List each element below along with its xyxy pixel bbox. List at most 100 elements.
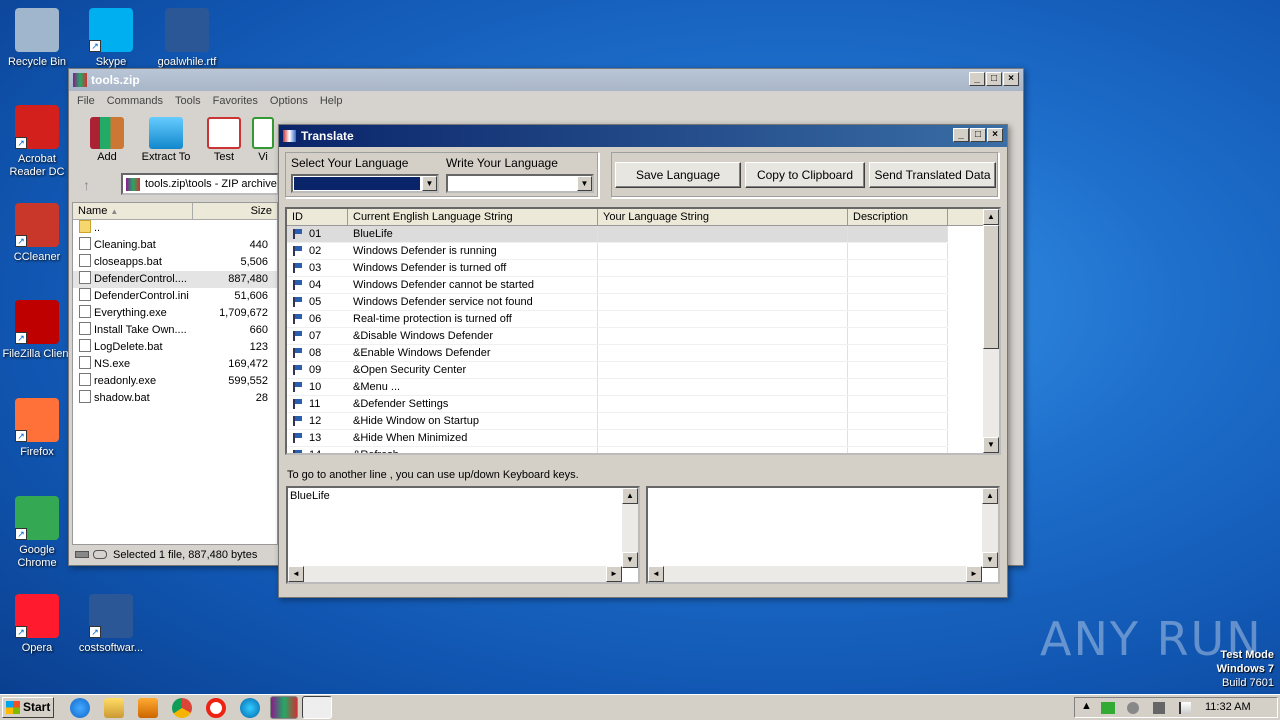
your-language-cell[interactable] bbox=[597, 243, 598, 259]
flag-icon[interactable] bbox=[1179, 702, 1191, 714]
your-language-cell[interactable] bbox=[597, 430, 598, 446]
your-language-cell[interactable] bbox=[597, 328, 598, 344]
file-row[interactable]: shadow.bat 28 bbox=[73, 390, 277, 407]
up-arrow-icon[interactable]: ↑ bbox=[83, 177, 90, 193]
winrar-taskbar-icon[interactable] bbox=[270, 696, 298, 719]
target-vertical-scrollbar[interactable]: ▲ ▼ bbox=[982, 488, 998, 568]
your-language-cell[interactable] bbox=[597, 260, 598, 276]
file-row[interactable]: Cleaning.bat 440 bbox=[73, 237, 277, 254]
send-translated-data-button[interactable]: Send Translated Data bbox=[869, 162, 996, 188]
volume-icon[interactable] bbox=[1153, 702, 1165, 714]
your-language-cell[interactable] bbox=[597, 294, 598, 310]
chrome-icon[interactable] bbox=[172, 698, 192, 718]
english-column-header[interactable]: Current English Language String bbox=[348, 209, 598, 226]
translation-row[interactable]: 09 &Open Security Center bbox=[287, 362, 948, 379]
file-row[interactable]: Everything.exe 1,709,672 bbox=[73, 305, 277, 322]
file-row[interactable]: .. bbox=[73, 220, 277, 237]
scroll-left-arrow[interactable]: ◄ bbox=[648, 566, 664, 582]
translation-row[interactable]: 14 &Refresh bbox=[287, 447, 948, 453]
file-row[interactable]: closeapps.bat 5,506 bbox=[73, 254, 277, 271]
copy-to-clipboard-button[interactable]: Copy to Clipboard bbox=[745, 162, 865, 188]
translate-close-button[interactable]: × bbox=[987, 128, 1003, 142]
file-row[interactable]: readonly.exe 599,552 bbox=[73, 373, 277, 390]
desktop-icon-firefox[interactable]: ↗ Firefox bbox=[0, 398, 74, 459]
your-language-cell[interactable] bbox=[597, 447, 598, 453]
network-icon[interactable] bbox=[1101, 702, 1115, 714]
desktop-icon-skype[interactable]: ↗ Skype bbox=[74, 8, 148, 69]
winrar-titlebar[interactable]: tools.zip _ □ × bbox=[69, 69, 1023, 91]
translation-row[interactable]: 07 &Disable Windows Defender bbox=[287, 328, 948, 345]
your-language-cell[interactable] bbox=[597, 311, 598, 327]
your-language-cell[interactable] bbox=[597, 413, 598, 429]
start-button[interactable]: Start bbox=[2, 697, 54, 718]
menu-tools[interactable]: Tools bbox=[169, 91, 207, 111]
your-language-cell[interactable] bbox=[597, 345, 598, 361]
translate-dialog[interactable]: Translate _ □ × Select Your Language Wri… bbox=[278, 124, 1008, 598]
desktop-icon-goalwhile-rtf[interactable]: goalwhile.rtf bbox=[150, 8, 224, 69]
translation-row[interactable]: 10 &Menu ... bbox=[287, 379, 948, 396]
address-bar[interactable]: tools.zip\tools - ZIP archive bbox=[121, 173, 279, 195]
your-language-cell[interactable] bbox=[597, 226, 598, 242]
source-text-box[interactable]: BlueLife ▲ ▼ ◄ ► bbox=[286, 486, 640, 584]
scroll-right-arrow[interactable]: ► bbox=[966, 566, 982, 582]
internet-explorer-icon[interactable] bbox=[70, 698, 90, 718]
file-row[interactable]: DefenderControl.... 887,480 bbox=[73, 271, 277, 288]
write-language-dropdown[interactable]: ▼ bbox=[446, 174, 594, 193]
menu-options[interactable]: Options bbox=[264, 91, 314, 111]
id-column-header[interactable]: ID bbox=[287, 209, 348, 226]
view-button[interactable]: Vi bbox=[243, 117, 283, 163]
translation-row[interactable]: 01 BlueLife bbox=[287, 226, 948, 243]
opera-icon[interactable] bbox=[206, 698, 226, 718]
close-button[interactable]: × bbox=[1003, 72, 1019, 86]
extract-to-button[interactable]: Extract To bbox=[136, 117, 196, 163]
desktop-icon-recycle-bin[interactable]: Recycle Bin bbox=[0, 8, 74, 69]
maximize-button[interactable]: □ bbox=[986, 72, 1002, 86]
media-player-icon[interactable] bbox=[138, 698, 158, 718]
target-text-box[interactable]: ▲ ▼ ◄ ► bbox=[646, 486, 1000, 584]
tray-app-icon[interactable] bbox=[1127, 702, 1139, 714]
source-horizontal-scrollbar[interactable]: ◄ ► bbox=[288, 566, 622, 582]
translation-row[interactable]: 12 &Hide Window on Startup bbox=[287, 413, 948, 430]
translate-titlebar[interactable]: Translate _ □ × bbox=[279, 125, 1007, 147]
tray-expand-icon[interactable]: ▲ bbox=[1081, 700, 1092, 712]
translation-row[interactable]: 11 &Defender Settings bbox=[287, 396, 948, 413]
save-language-button[interactable]: Save Language bbox=[615, 162, 741, 188]
add-button[interactable]: Add bbox=[77, 117, 137, 163]
description-column-header[interactable]: Description bbox=[848, 209, 948, 226]
language-strings-grid[interactable]: ID Current English Language String Your … bbox=[285, 207, 1001, 455]
menu-help[interactable]: Help bbox=[314, 91, 349, 111]
desktop-icon-costsoftwar[interactable]: ↗ costsoftwar... bbox=[74, 594, 148, 655]
chevron-down-icon[interactable]: ▼ bbox=[577, 176, 592, 191]
file-row[interactable]: DefenderControl.ini 51,606 bbox=[73, 288, 277, 305]
chevron-down-icon[interactable]: ▼ bbox=[422, 176, 437, 191]
desktop-icon-google-chrome[interactable]: ↗ Google Chrome bbox=[0, 496, 74, 570]
scroll-down-arrow[interactable]: ▼ bbox=[622, 552, 638, 568]
translate-minimize-button[interactable]: _ bbox=[953, 128, 969, 142]
desktop-icon-filezilla[interactable]: ↗ FileZilla Client bbox=[0, 300, 74, 361]
scroll-up-arrow[interactable]: ▲ bbox=[982, 488, 998, 504]
size-column-header[interactable]: Size bbox=[193, 203, 277, 220]
translation-row[interactable]: 06 Real-time protection is turned off bbox=[287, 311, 948, 328]
scroll-left-arrow[interactable]: ◄ bbox=[288, 566, 304, 582]
desktop-icon-opera[interactable]: ↗ Opera bbox=[0, 594, 74, 655]
edge-icon[interactable] bbox=[240, 698, 260, 718]
your-language-cell[interactable] bbox=[597, 396, 598, 412]
menu-commands[interactable]: Commands bbox=[101, 91, 169, 111]
name-column-header[interactable]: Name ▲ bbox=[73, 203, 193, 220]
menu-favorites[interactable]: Favorites bbox=[207, 91, 264, 111]
your-language-cell[interactable] bbox=[597, 379, 598, 395]
desktop-icon-ccleaner[interactable]: ↗ CCleaner bbox=[0, 203, 74, 264]
translation-row[interactable]: 04 Windows Defender cannot be started bbox=[287, 277, 948, 294]
translate-maximize-button[interactable]: □ bbox=[970, 128, 986, 142]
translation-row[interactable]: 13 &Hide When Minimized bbox=[287, 430, 948, 447]
translation-row[interactable]: 08 &Enable Windows Defender bbox=[287, 345, 948, 362]
your-language-cell[interactable] bbox=[597, 277, 598, 293]
translation-row[interactable]: 02 Windows Defender is running bbox=[287, 243, 948, 260]
file-row[interactable]: NS.exe 169,472 bbox=[73, 356, 277, 373]
your-language-cell[interactable] bbox=[597, 362, 598, 378]
clock[interactable]: 11:32 AM bbox=[1205, 701, 1251, 713]
minimize-button[interactable]: _ bbox=[969, 72, 985, 86]
file-list[interactable]: Name ▲ Size .. Cleaning.bat 440 closeapps.b… bbox=[72, 202, 278, 545]
scroll-right-arrow[interactable]: ► bbox=[606, 566, 622, 582]
target-horizontal-scrollbar[interactable]: ◄ ► bbox=[648, 566, 982, 582]
